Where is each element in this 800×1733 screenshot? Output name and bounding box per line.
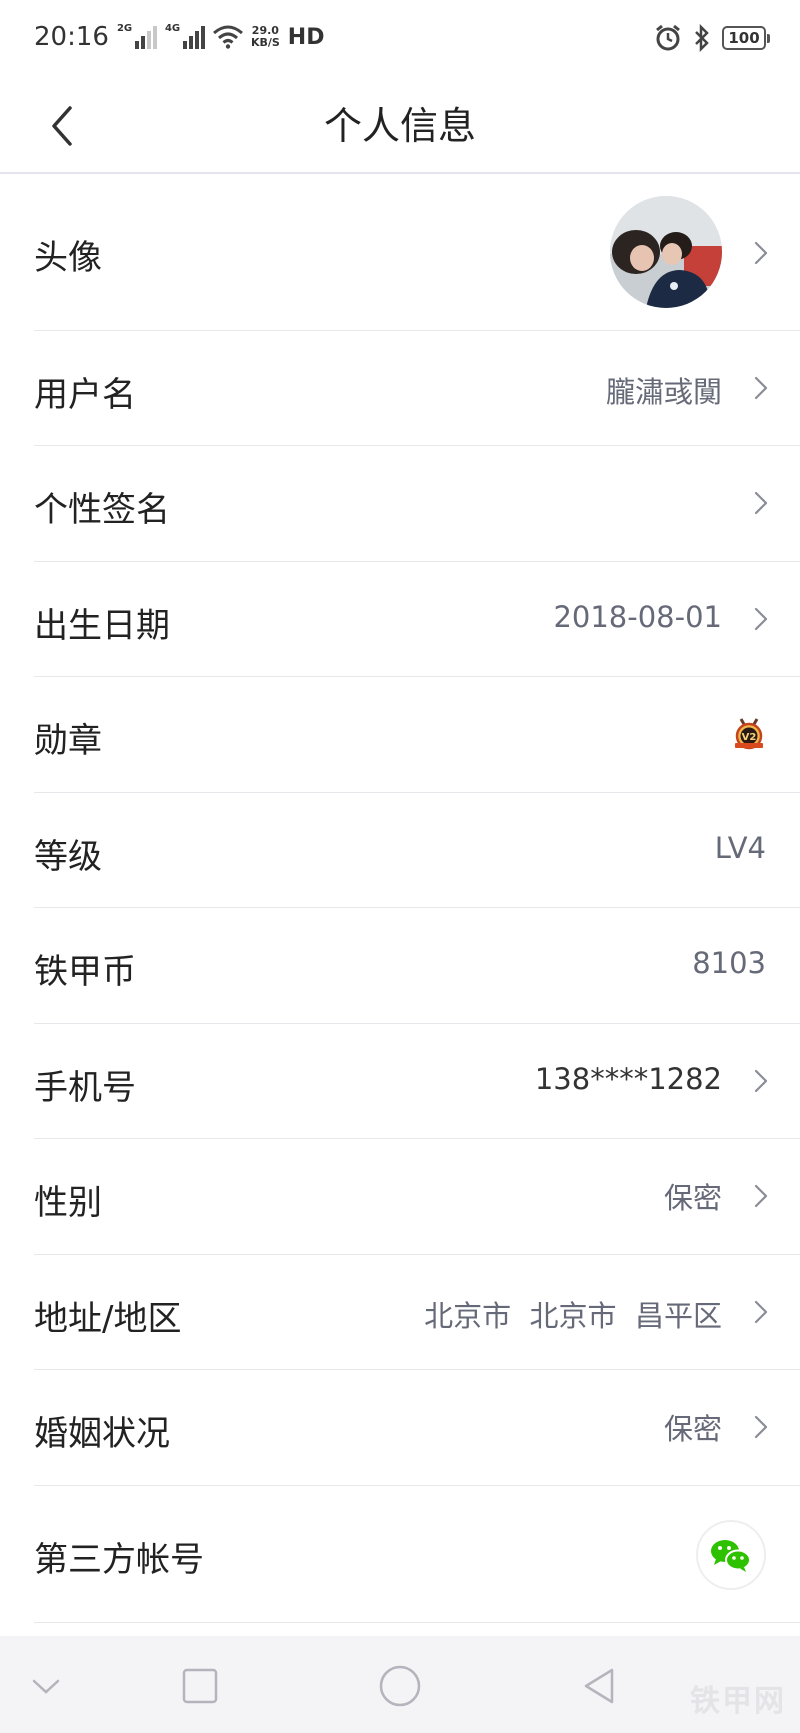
signal-2g-icon: 2G <box>116 23 157 49</box>
marital-status-value: 保密 <box>663 1412 722 1446</box>
network-2g-label: 2G <box>116 23 133 34</box>
address-value: 北京市 北京市 昌平区 <box>424 1299 722 1333</box>
status-bar: 20:16 2G 4G 29.0 KB/S HD 100 <box>0 0 800 80</box>
row-phone[interactable]: 手机号 138****1282 <box>34 1024 800 1139</box>
row-address[interactable]: 地址/地区 北京市 北京市 昌平区 <box>34 1255 800 1370</box>
battery-indicator: 100 <box>722 26 770 50</box>
watermark: 铁甲网 <box>690 1684 786 1719</box>
collapse-icon[interactable] <box>26 1666 66 1706</box>
row-label-avatar: 头像 <box>34 238 102 278</box>
row-birth-date[interactable]: 出生日期 2018-08-01 <box>34 562 800 677</box>
chevron-right-icon <box>754 1300 768 1324</box>
row-gender[interactable]: 性别 保密 <box>34 1139 800 1255</box>
row-label-signature: 个性签名 <box>34 490 170 530</box>
navigation-bar: 个人信息 <box>0 80 800 174</box>
level-value: LV4 <box>714 831 766 865</box>
row-marital-status[interactable]: 婚姻状况 保密 <box>34 1370 800 1486</box>
row-label-phone: 手机号 <box>34 1068 136 1108</box>
row-label-address: 地址/地区 <box>34 1299 182 1339</box>
row-label-gender: 性别 <box>34 1183 102 1223</box>
chevron-right-icon <box>754 241 768 265</box>
row-label-coins: 铁甲币 <box>34 952 136 992</box>
row-avatar[interactable]: 头像 <box>34 176 800 331</box>
row-medal[interactable]: 勋章 V2 <box>34 677 800 793</box>
gender-value: 保密 <box>663 1181 722 1215</box>
username-value: 朧潚彧闃 <box>605 375 722 409</box>
status-left: 20:16 2G 4G 29.0 KB/S HD <box>34 22 324 52</box>
chevron-right-icon <box>754 376 768 400</box>
page-title: 个人信息 <box>323 104 476 148</box>
status-right: 100 <box>654 24 770 52</box>
back-triangle-icon[interactable] <box>580 1666 620 1706</box>
row-label-level: 等级 <box>34 837 102 877</box>
profile-info-list: 头像 用户名 朧潚彧闃 个性签名 出生日期 2018-08-01 勋章 V2 等… <box>0 176 800 1623</box>
wechat-account-button[interactable] <box>696 1520 766 1590</box>
status-time: 20:16 <box>34 22 109 52</box>
avatar-photo <box>610 196 722 308</box>
medal-badge-icon: V2 <box>735 718 763 750</box>
row-label-username: 用户名 <box>34 375 136 415</box>
row-third-party-account[interactable]: 第三方帐号 <box>34 1486 800 1623</box>
row-level: 等级 LV4 <box>34 793 800 908</box>
coins-value: 8103 <box>692 946 766 980</box>
signal-4g-icon: 4G <box>164 23 205 49</box>
birth-date-value: 2018-08-01 <box>553 600 722 634</box>
chevron-right-icon <box>754 1184 768 1208</box>
row-label-third-party-account: 第三方帐号 <box>34 1540 204 1580</box>
wechat-icon <box>711 1540 751 1572</box>
medal-label: V2 <box>742 732 757 743</box>
chevron-right-icon <box>754 491 768 515</box>
row-label-medal: 勋章 <box>34 721 102 761</box>
bluetooth-icon <box>695 24 709 52</box>
network-4g-label: 4G <box>164 23 181 34</box>
phone-value: 138****1282 <box>534 1062 722 1096</box>
network-speed: 29.0 KB/S <box>251 25 280 49</box>
hd-indicator: HD <box>287 24 325 50</box>
recent-apps-icon[interactable] <box>180 1666 220 1706</box>
home-icon[interactable] <box>378 1664 422 1708</box>
row-label-birth-date: 出生日期 <box>34 606 170 646</box>
alarm-icon <box>656 24 680 51</box>
avatar[interactable] <box>610 196 722 308</box>
system-navigation-bar: 铁甲网 <box>0 1636 800 1733</box>
row-coins: 铁甲币 8103 <box>34 908 800 1024</box>
row-label-marital-status: 婚姻状况 <box>34 1414 170 1454</box>
speed-unit: KB/S <box>250 36 280 49</box>
row-username[interactable]: 用户名 朧潚彧闃 <box>34 331 800 446</box>
wifi-icon <box>212 25 243 49</box>
chevron-right-icon <box>754 1069 768 1093</box>
chevron-right-icon <box>754 607 768 631</box>
row-signature[interactable]: 个性签名 <box>34 446 800 562</box>
chevron-right-icon <box>754 1415 768 1439</box>
